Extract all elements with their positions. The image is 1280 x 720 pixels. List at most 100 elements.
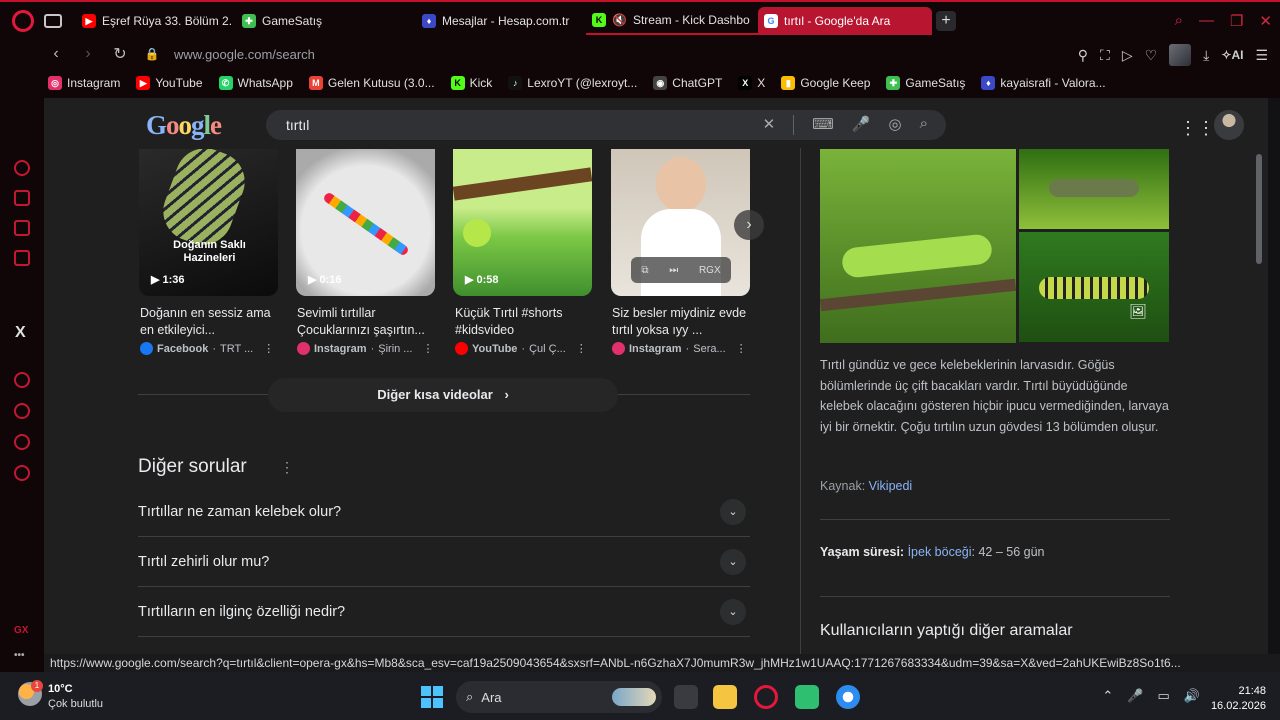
lifespan-link[interactable]: İpek böceği — [908, 545, 972, 559]
bookmark-gamesatis[interactable]: ✚ GameSatış — [886, 76, 965, 90]
x-sidebar-icon[interactable]: X — [15, 324, 26, 342]
search-icon[interactable]: ⌕ — [920, 115, 928, 135]
video-source[interactable]: Instagram · Sera... ⋮ — [612, 342, 747, 355]
video-title[interactable]: Sevimli tırtıllar Çocuklarınızı şaşırtın… — [297, 305, 437, 339]
video-source[interactable]: YouTube · Çul Ç... ⋮ — [455, 342, 587, 355]
play-icon[interactable]: ▷ — [1122, 47, 1133, 64]
opera-gx-taskbar-icon[interactable] — [754, 685, 778, 709]
twitch-icon[interactable] — [14, 220, 30, 236]
task-view-icon[interactable] — [674, 685, 698, 709]
bookmark-x[interactable]: XX — [738, 76, 765, 90]
pip-icon[interactable]: ⧉ — [641, 265, 648, 276]
keyboard-icon[interactable]: ⌨ — [812, 115, 834, 135]
gx-logo-icon[interactable]: GX — [14, 625, 28, 636]
chevron-down-icon[interactable]: ⌄ — [720, 599, 746, 625]
tab-esref-ruya[interactable]: ▶ Eşref Rüya 33. Bölüm 2. F — [76, 7, 236, 35]
more-options-icon[interactable]: ⋮ — [280, 459, 294, 476]
next-videos-button[interactable]: › — [734, 210, 764, 240]
question-row[interactable]: Tırtılların en ilginç özelliği nedir? ⌄ — [138, 587, 750, 637]
skip-icon[interactable]: ⏭ — [669, 265, 678, 276]
account-avatar[interactable] — [1214, 110, 1244, 140]
tab-gamesatis[interactable]: ✚ GameSatış — [236, 7, 416, 35]
search-tabs-icon[interactable]: ⌕ — [1175, 12, 1183, 30]
video-title[interactable]: Küçük Tırtıl #shorts #kidsvideo — [455, 305, 595, 339]
bookmark-gmail[interactable]: M Gelen Kutusu (3.0... — [308, 76, 435, 90]
tab-mesajlar[interactable]: ♦ Mesajlar - Hesap.com.tr — [416, 7, 586, 35]
file-explorer-icon[interactable] — [713, 685, 737, 709]
video-thumbnail[interactable]: Doğanın Saklı Hazineleri ▶ 1:36 — [139, 149, 278, 296]
lock-icon[interactable]: 🔒 — [140, 47, 164, 61]
caterpillar-photo[interactable]: 🖼 — [1019, 232, 1169, 342]
video-thumbnail[interactable]: ⧉ ⏭ RGX — [611, 149, 750, 296]
ai-button[interactable]: ✧AI — [1221, 48, 1243, 62]
more-icon[interactable]: ••• — [14, 650, 25, 661]
weather-description[interactable]: Çok bulutlu — [48, 698, 103, 710]
lens-icon[interactable]: ◎ — [889, 115, 902, 135]
bookmark-tiktok[interactable]: ♪ LexroYT (@lexroyt... — [508, 76, 637, 90]
new-tab-button[interactable]: + — [936, 11, 956, 31]
profile-avatar[interactable] — [1169, 44, 1192, 66]
microphone-icon[interactable]: 🎤 — [852, 115, 871, 135]
opera-logo-icon[interactable] — [12, 10, 34, 32]
bookmark-google-keep[interactable]: ▮ Google Keep — [781, 76, 870, 90]
video-source[interactable]: Facebook · TRT ... ⋮ — [140, 342, 274, 355]
clear-icon[interactable]: ✕ — [763, 115, 776, 135]
video-controls-overlay[interactable]: ⧉ ⏭ RGX — [631, 257, 731, 283]
windows-start-icon[interactable] — [421, 686, 443, 708]
search-input[interactable]: tırtıl — [286, 117, 309, 133]
extensions-icon[interactable] — [14, 434, 30, 450]
question-row[interactable]: Tırtıl zehirli olur mu? ⌄ — [138, 537, 750, 587]
more-options-icon[interactable]: ⋮ — [422, 342, 433, 355]
close-button[interactable]: ✕ — [1259, 12, 1272, 30]
taskbar-search[interactable]: ⌕ Ara — [456, 681, 662, 713]
download-icon[interactable]: ⤓ — [1203, 47, 1209, 64]
gx-corner-icon[interactable] — [14, 190, 30, 206]
tab-kick-stream[interactable]: K 🔇 Stream - Kick Dashbo — [586, 7, 758, 35]
reload-icon[interactable]: ↻ — [108, 44, 132, 64]
workspaces-icon[interactable] — [44, 14, 62, 28]
more-options-icon[interactable]: ⋮ — [263, 342, 274, 355]
forward-icon[interactable]: › — [76, 45, 100, 63]
tab-google-search[interactable]: G tırtıl - Google'da Ara — [758, 7, 932, 35]
image-gallery-icon[interactable]: 🖼 — [1129, 303, 1147, 320]
player-icon[interactable] — [14, 372, 30, 388]
muted-speaker-icon[interactable]: 🔇 — [612, 13, 627, 27]
source-link[interactable]: Vikipedi — [869, 479, 913, 493]
bookmark-valorant[interactable]: ♦ kayaisrafi - Valora... — [981, 76, 1106, 90]
messenger-icon[interactable] — [14, 250, 30, 266]
url-field[interactable]: www.google.com/search — [174, 47, 315, 62]
clock[interactable]: 21:48 16.02.2026 — [1211, 684, 1266, 714]
video-title[interactable]: Doğanın en sessiz ama en etkileyici... — [140, 305, 280, 339]
caterpillar-photo[interactable] — [1019, 149, 1169, 229]
maximize-button[interactable]: ❐ — [1230, 12, 1243, 30]
bookmark-whatsapp[interactable]: ✆ WhatsApp — [218, 76, 293, 90]
bookmark-kick[interactable]: K Kick — [450, 76, 492, 90]
chevron-up-icon[interactable]: ⌃ — [1102, 688, 1113, 704]
question-row[interactable]: Tırtıllar ne zaman kelebek olur? ⌄ — [138, 487, 750, 537]
chevron-down-icon[interactable]: ⌄ — [720, 549, 746, 575]
more-options-icon[interactable]: ⋮ — [736, 342, 747, 355]
microphone-icon[interactable]: 🎤 — [1127, 688, 1143, 704]
caterpillar-photo[interactable] — [819, 149, 1017, 343]
settings-icon[interactable] — [14, 465, 30, 481]
google-logo[interactable]: Google — [146, 110, 222, 141]
bookmark-youtube[interactable]: ▶ YouTube — [136, 76, 203, 90]
bookmark-chatgpt[interactable]: ◉ ChatGPT — [653, 76, 722, 90]
snapshot-icon[interactable]: ⛶ — [1100, 47, 1110, 64]
more-options-icon[interactable]: ⋮ — [576, 342, 587, 355]
menu-icon[interactable]: ☰ — [1255, 47, 1268, 64]
video-thumbnail[interactable]: ▶ 0:58 — [453, 149, 592, 296]
chevron-down-icon[interactable]: ⌄ — [720, 499, 746, 525]
pin-icon[interactable]: ⚲ — [1078, 47, 1088, 64]
video-thumbnail[interactable]: ▶ 0:16 — [296, 149, 435, 296]
video-source[interactable]: Instagram · Şirin ... ⋮ — [297, 342, 433, 355]
search-box[interactable]: tırtıl ✕ ⌨ 🎤 ◎ ⌕ — [266, 110, 946, 140]
gx-control-icon[interactable] — [14, 160, 30, 176]
video-title[interactable]: Siz besler miydiniz evde tırtıl yoksa ıy… — [612, 305, 752, 339]
heart-icon[interactable]: ♡ — [1145, 47, 1158, 64]
app-taskbar-icon[interactable] — [795, 685, 819, 709]
network-icon[interactable]: ▭ — [1158, 688, 1170, 704]
app-taskbar-icon[interactable] — [836, 685, 860, 709]
bookmark-instagram[interactable]: ◎ Instagram — [48, 76, 120, 90]
more-short-videos-button[interactable]: Diğer kısa videolar › — [268, 378, 618, 412]
